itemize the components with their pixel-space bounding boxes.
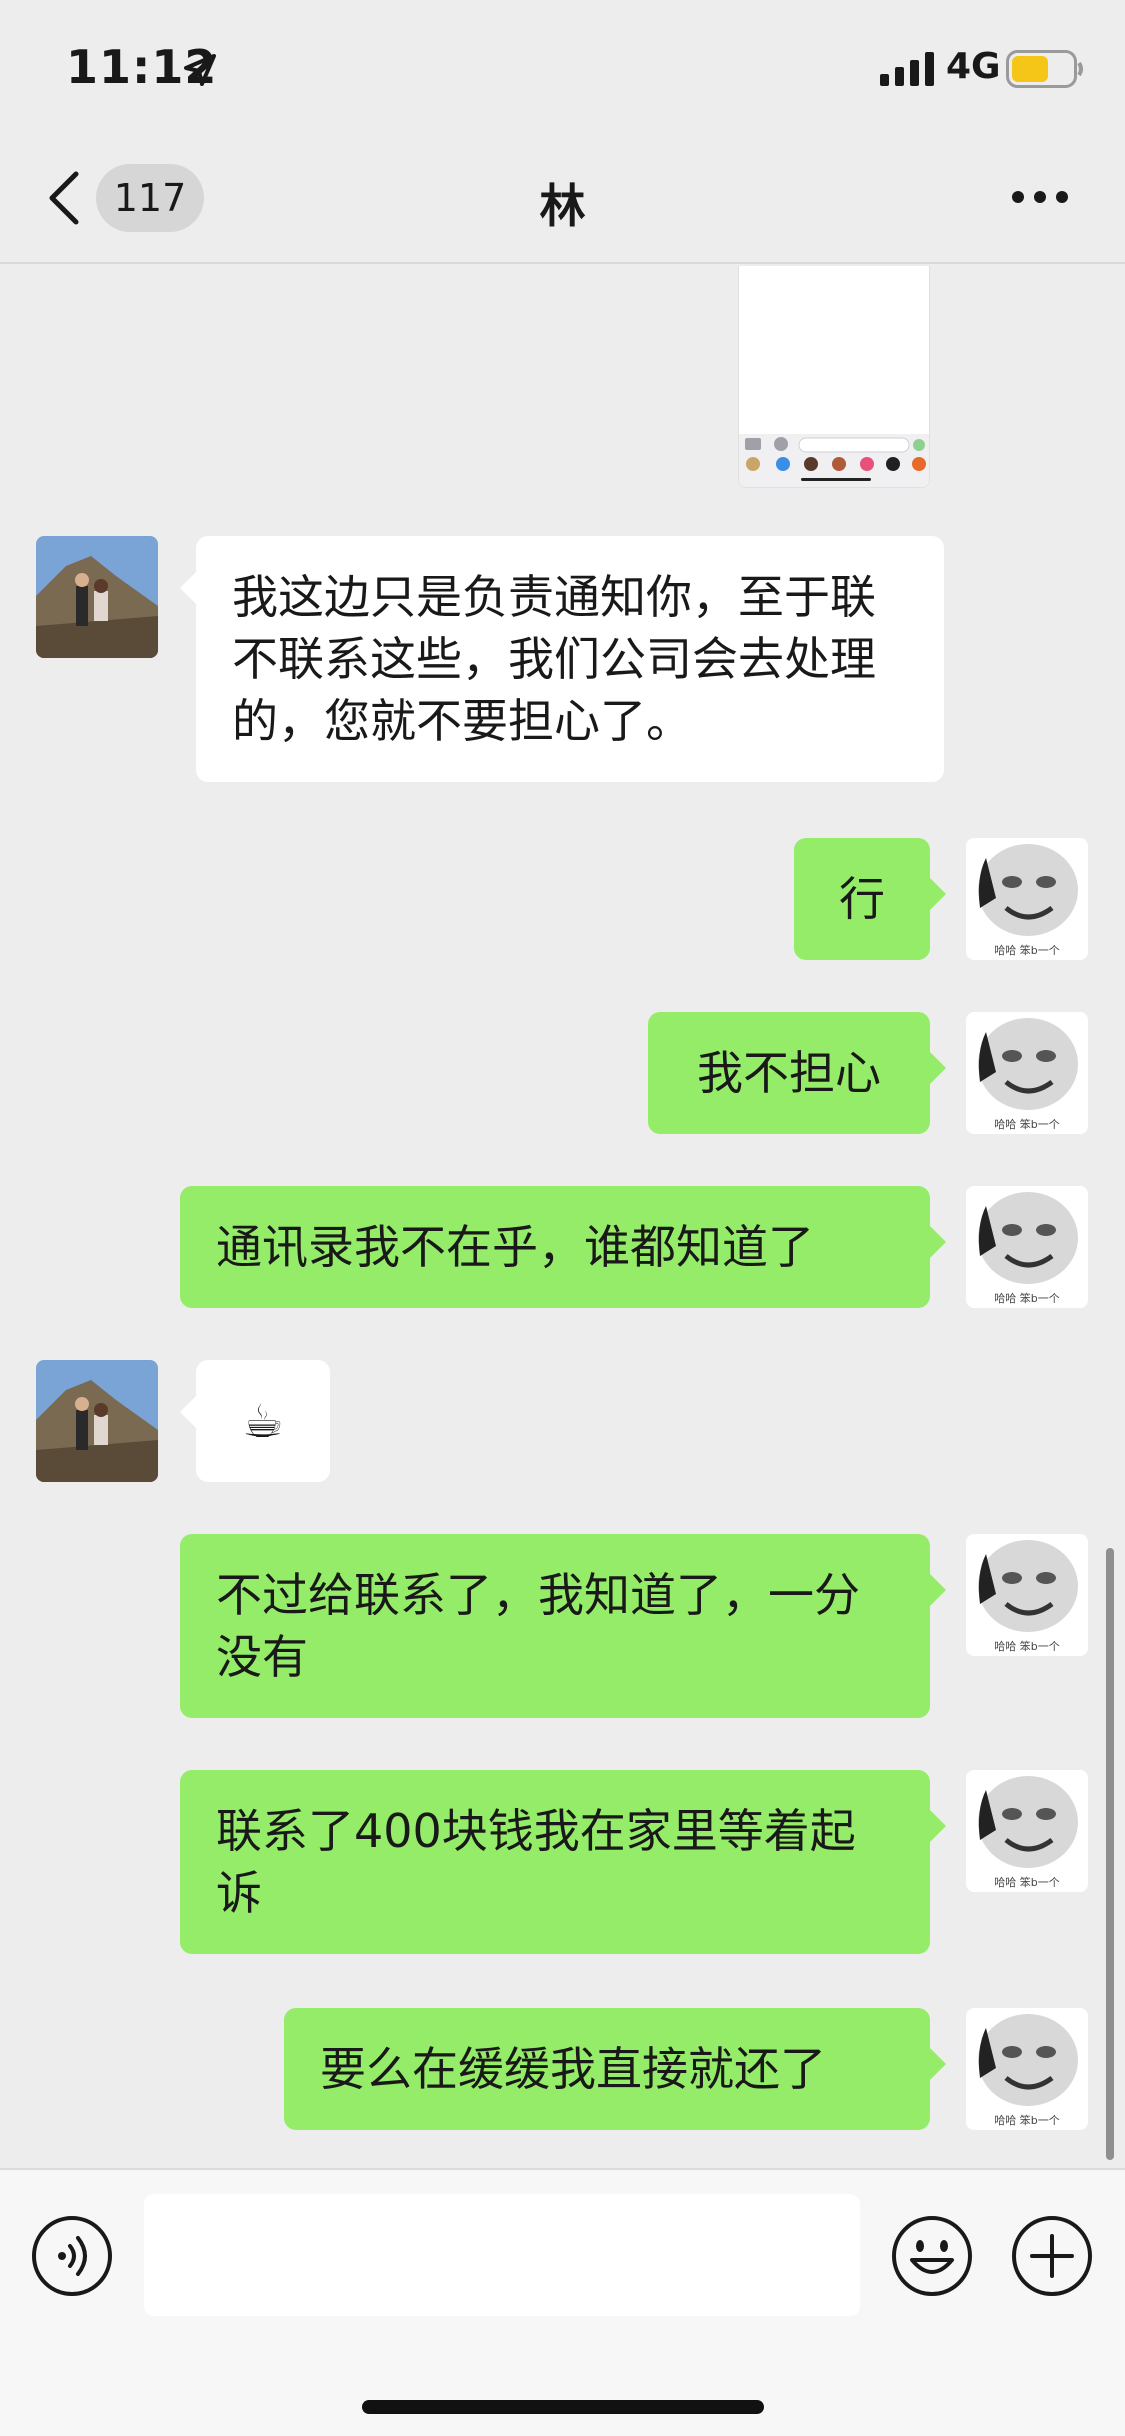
meme-caption: 哈哈 笨b一个 [994, 943, 1059, 957]
message-text: 我不担心 [697, 1046, 881, 1100]
outgoing-message-bubble[interactable]: 通讯录我不在乎，谁都知道了 [180, 1186, 946, 1308]
meme-caption: 哈哈 笨b一个 [994, 1639, 1059, 1653]
outgoing-message-bubble[interactable]: 我不担心 [648, 1012, 946, 1134]
location-arrow-icon [184, 54, 216, 86]
status-bar: 11:12 4G [0, 0, 1125, 132]
outgoing-message-bubble[interactable]: 要么在缓缓我直接就还了 [284, 2008, 946, 2130]
coffee-emoji: ☕ [242, 1394, 284, 1448]
message-text: 不过给联系了，我知道了，一分没有 [216, 1568, 860, 1684]
message-input[interactable] [144, 2194, 860, 2316]
home-indicator[interactable] [362, 2400, 764, 2414]
input-bar [0, 2168, 1125, 2436]
meme-face-icon: 哈哈 笨b一个 [966, 1770, 1088, 1892]
meme-face-icon: 哈哈 笨b一个 [966, 1012, 1088, 1134]
chat-header: 117 林 [0, 132, 1125, 264]
outgoing-message-bubble[interactable]: 不过给联系了，我知道了，一分没有 [180, 1534, 946, 1718]
meme-face-icon: 哈哈 笨b一个 [966, 1186, 1088, 1308]
emoji-icon[interactable] [890, 2214, 974, 2298]
meme-face-icon: 哈哈 笨b一个 [966, 1534, 1088, 1656]
network-type: 4G [946, 46, 1001, 87]
cellular-signal-icon [880, 52, 934, 86]
message-list[interactable]: 我这边只是负责通知你，至于联不联系这些，我们公司会去处理的，您就不要担心了。 行… [0, 266, 1125, 2166]
contact-avatar[interactable] [36, 536, 158, 658]
meme-face-icon: 哈哈 笨b一个 [966, 2008, 1088, 2130]
meme-caption: 哈哈 笨b一个 [994, 1291, 1059, 1305]
outgoing-message-bubble[interactable]: 联系了400块钱我在家里等着起诉 [180, 1770, 946, 1954]
message-text: 联系了400块钱我在家里等着起诉 [216, 1804, 856, 1920]
message-text: 我这边只是负责通知你，至于联不联系这些，我们公司会去处理的，您就不要担心了。 [232, 570, 876, 748]
my-avatar[interactable]: 哈哈 笨b一个 [966, 838, 1088, 960]
my-avatar[interactable]: 哈哈 笨b一个 [966, 1534, 1088, 1656]
my-avatar[interactable]: 哈哈 笨b一个 [966, 1770, 1088, 1892]
contact-photo-icon [36, 536, 158, 658]
message-text: 要么在缓缓我直接就还了 [320, 2042, 826, 2096]
meme-face-icon: 哈哈 笨b一个 [966, 838, 1088, 960]
contact-photo-icon [36, 1360, 158, 1482]
chat-title: 林 [539, 179, 586, 233]
shared-screenshot-image[interactable] [738, 266, 930, 488]
incoming-message-bubble[interactable]: ☕ [180, 1360, 330, 1482]
meme-caption: 哈哈 笨b一个 [994, 1875, 1059, 1889]
meme-caption: 哈哈 笨b一个 [994, 2113, 1059, 2127]
voice-input-icon[interactable] [30, 2214, 114, 2298]
my-avatar[interactable]: 哈哈 笨b一个 [966, 2008, 1088, 2130]
add-attachment-icon[interactable] [1010, 2214, 1094, 2298]
outgoing-message-bubble[interactable]: 行 [794, 838, 946, 960]
my-avatar[interactable]: 哈哈 笨b一个 [966, 1012, 1088, 1134]
screenshot-thumbnail [739, 266, 929, 487]
scrollbar[interactable] [1106, 1548, 1114, 2160]
incoming-message-bubble[interactable]: 我这边只是负责通知你，至于联不联系这些，我们公司会去处理的，您就不要担心了。 [180, 536, 944, 782]
contact-avatar[interactable] [36, 1360, 158, 1482]
battery-icon [1006, 50, 1083, 88]
message-text: 通讯录我不在乎，谁都知道了 [216, 1220, 814, 1274]
my-avatar[interactable]: 哈哈 笨b一个 [966, 1186, 1088, 1308]
meme-caption: 哈哈 笨b一个 [994, 1117, 1059, 1131]
more-options-icon[interactable] [1010, 186, 1070, 208]
message-text: 行 [839, 872, 885, 926]
